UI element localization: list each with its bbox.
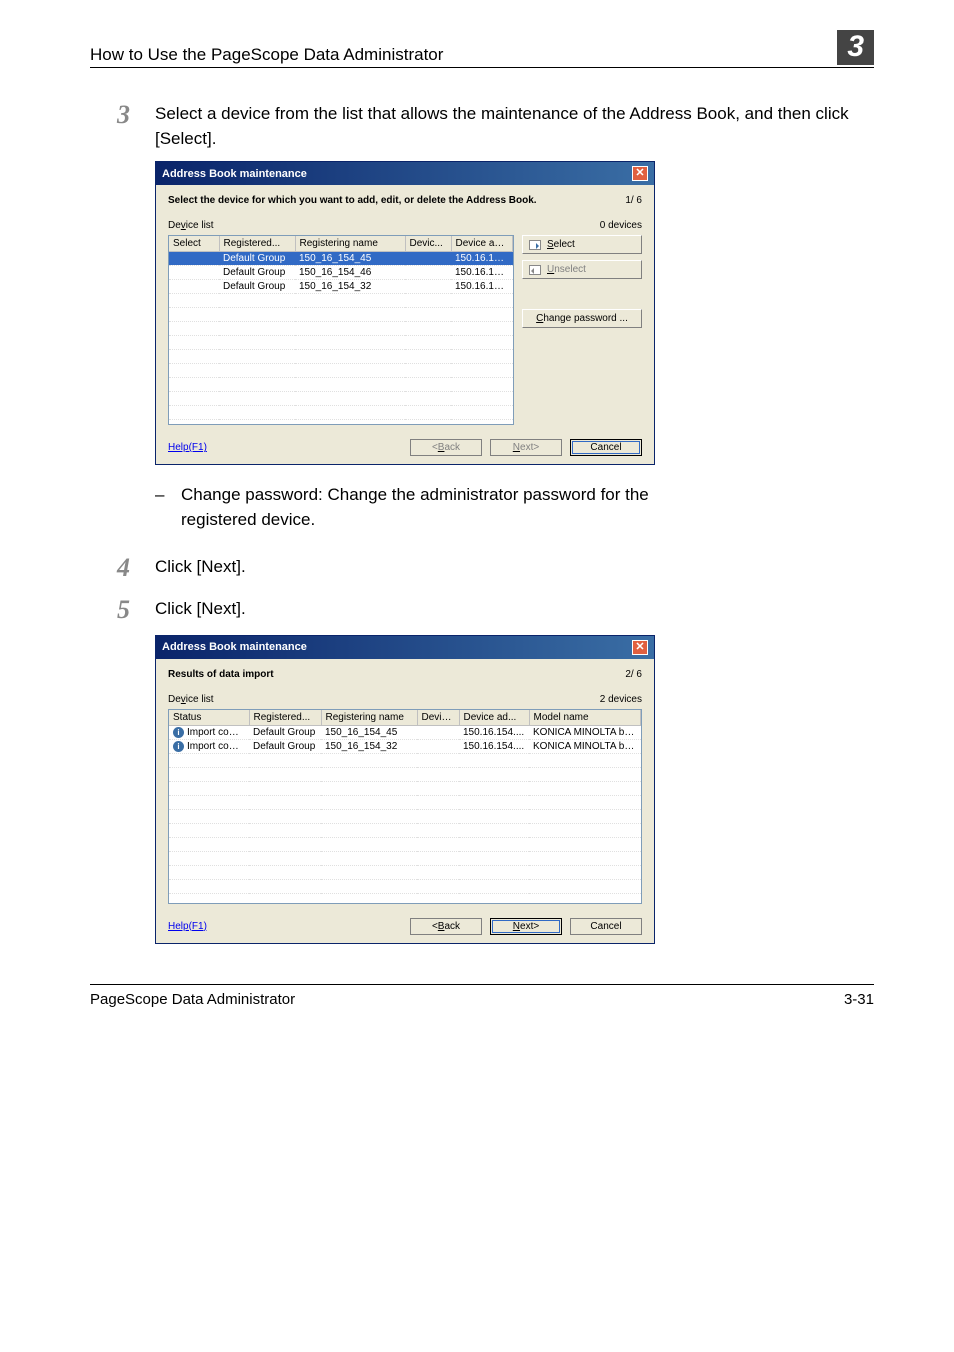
- bullet-text: Change password: Change the administrato…: [181, 483, 655, 532]
- dialog-instruction: Select the device for which you want to …: [168, 195, 537, 206]
- device-list-label: Device list: [168, 220, 214, 231]
- step-number: 4: [90, 551, 130, 583]
- chapter-badge: 3: [837, 30, 874, 65]
- col-devic[interactable]: Devic...: [417, 710, 459, 726]
- step-indicator: 2/ 6: [625, 669, 642, 680]
- cancel-button[interactable]: Cancel: [570, 918, 642, 935]
- device-table[interactable]: Select Registered... Registering name De…: [168, 235, 514, 425]
- bullet-dash: –: [155, 483, 169, 532]
- dialog-titlebar: Address Book maintenance ✕: [156, 162, 654, 185]
- page-footer: PageScope Data Administrator 3-31: [90, 984, 874, 1008]
- table-row[interactable]: iImport compl... Default Group 150_16_15…: [169, 739, 641, 753]
- step-number: 3: [90, 98, 130, 151]
- select-icon: [529, 240, 541, 250]
- select-button[interactable]: Select: [522, 235, 642, 254]
- results-table[interactable]: Status Registered... Registering name De…: [168, 709, 642, 904]
- step-text: Click [Next].: [155, 551, 874, 583]
- step-3: 3 Select a device from the list that all…: [90, 98, 874, 151]
- col-registered[interactable]: Registered...: [219, 236, 295, 252]
- info-icon: i: [173, 727, 184, 738]
- table-row[interactable]: iImport compl... Default Group 150_16_15…: [169, 725, 641, 739]
- col-device-addr[interactable]: Device ad...: [451, 236, 513, 252]
- next-button[interactable]: Next>: [490, 918, 562, 935]
- next-button[interactable]: Next>: [490, 439, 562, 456]
- dialog-heading: Results of data import: [168, 669, 274, 680]
- close-icon[interactable]: ✕: [632, 166, 648, 181]
- header-title: How to Use the PageScope Data Administra…: [90, 45, 443, 65]
- unselect-button[interactable]: Unselect: [522, 260, 642, 279]
- footer-right: 3-31: [844, 991, 874, 1008]
- step-4: 4 Click [Next].: [90, 551, 874, 583]
- change-password-button[interactable]: Change password ...: [522, 309, 642, 328]
- dialog-titlebar: Address Book maintenance ✕: [156, 636, 654, 659]
- col-registered[interactable]: Registered...: [249, 710, 321, 726]
- table-row[interactable]: Default Group 150_16_154_32 150.16.154..…: [169, 280, 513, 294]
- device-list-label: Device list: [168, 694, 214, 705]
- col-devic[interactable]: Devic...: [405, 236, 451, 252]
- step-text: Click [Next].: [155, 593, 874, 625]
- dialog-import-results: Address Book maintenance ✕ Results of da…: [155, 635, 655, 944]
- cancel-button[interactable]: Cancel: [570, 439, 642, 456]
- unselect-icon: [529, 265, 541, 275]
- step-number: 5: [90, 593, 130, 625]
- help-link[interactable]: Help(F1): [168, 921, 207, 932]
- page-header: How to Use the PageScope Data Administra…: [90, 30, 874, 68]
- step-indicator: 1/ 6: [625, 195, 642, 206]
- col-status[interactable]: Status: [169, 710, 249, 726]
- close-icon[interactable]: ✕: [632, 640, 648, 655]
- dialog-title: Address Book maintenance: [162, 168, 307, 180]
- col-registering-name[interactable]: Registering name: [295, 236, 405, 252]
- col-model-name[interactable]: Model name: [529, 710, 641, 726]
- back-button[interactable]: <Back: [410, 918, 482, 935]
- col-select[interactable]: Select: [169, 236, 219, 252]
- dialog-select-device: Address Book maintenance ✕ Select the de…: [155, 161, 655, 465]
- info-icon: i: [173, 741, 184, 752]
- table-row[interactable]: Default Group 150_16_154_46 150.16.154..…: [169, 266, 513, 280]
- help-link[interactable]: Help(F1): [168, 442, 207, 453]
- col-device-addr[interactable]: Device ad...: [459, 710, 529, 726]
- col-registering-name[interactable]: Registering name: [321, 710, 417, 726]
- footer-left: PageScope Data Administrator: [90, 991, 295, 1008]
- step-5: 5 Click [Next].: [90, 593, 874, 625]
- device-count: 0 devices: [600, 220, 642, 231]
- change-password-note: – Change password: Change the administra…: [155, 483, 655, 532]
- back-button[interactable]: <Back: [410, 439, 482, 456]
- device-count: 2 devices: [600, 694, 642, 705]
- dialog-title: Address Book maintenance: [162, 641, 307, 653]
- step-text: Select a device from the list that allow…: [155, 98, 874, 151]
- table-row[interactable]: Default Group 150_16_154_45 150.16.154..…: [169, 252, 513, 266]
